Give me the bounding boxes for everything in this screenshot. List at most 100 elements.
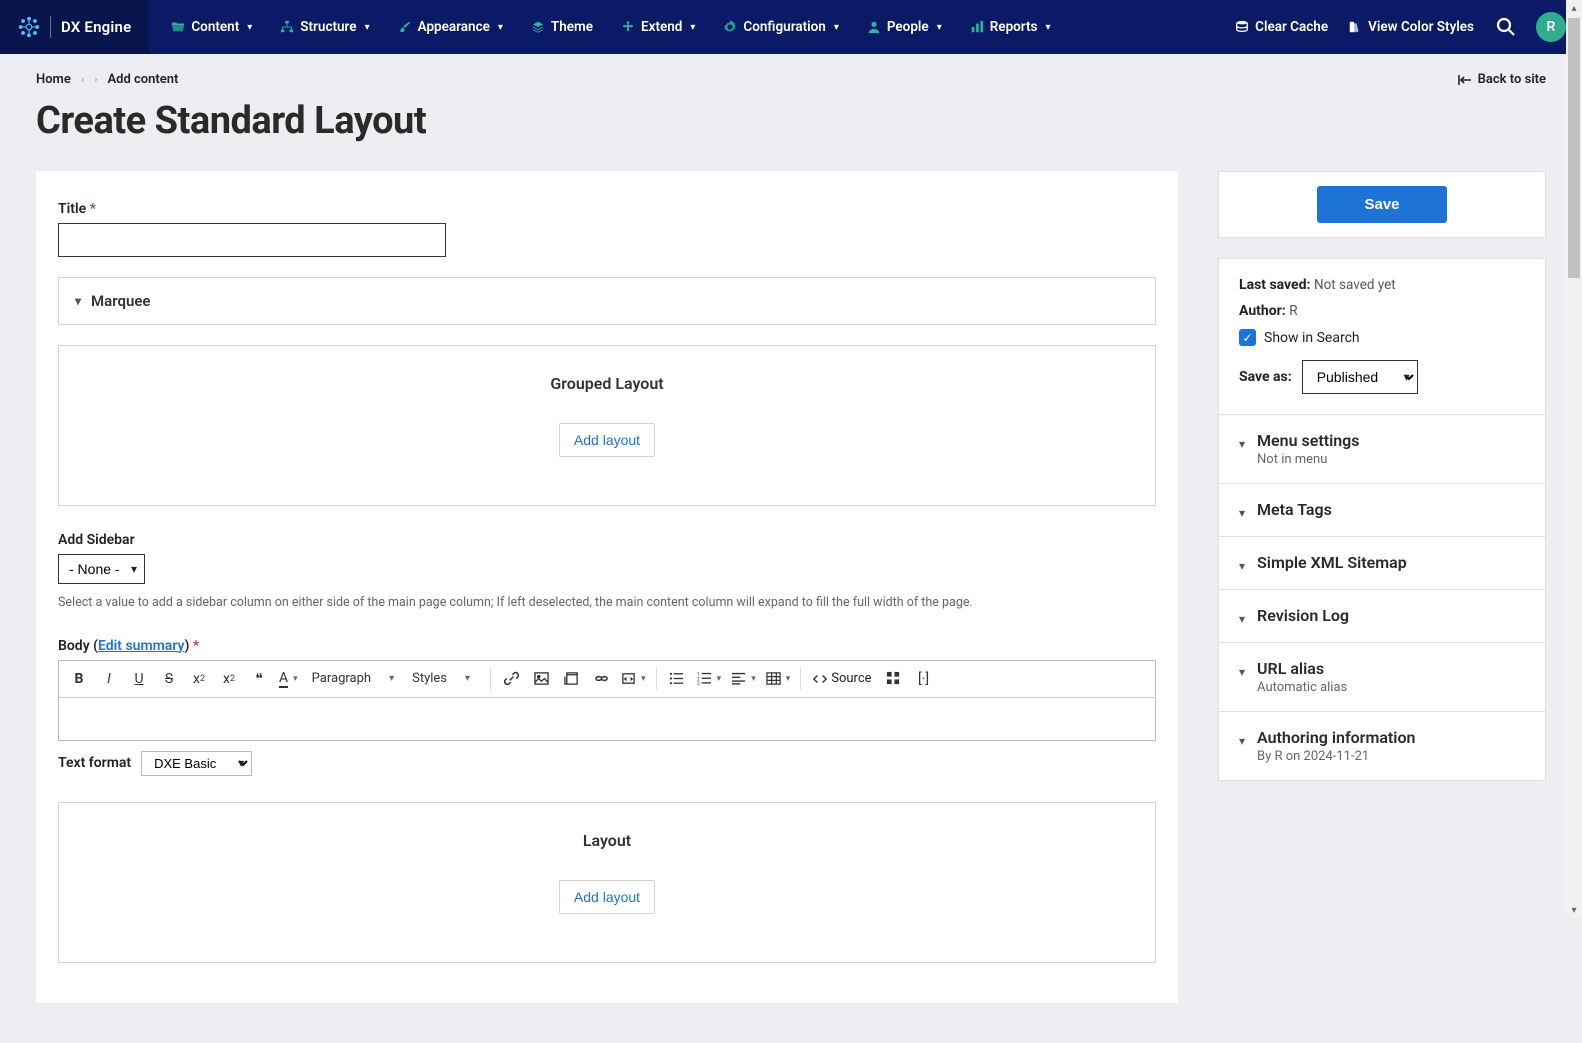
last-saved-value: Not saved yet xyxy=(1314,277,1396,293)
arrows-alt-icon xyxy=(621,20,635,34)
layers-icon xyxy=(531,20,545,34)
text-color-button[interactable]: A xyxy=(275,665,302,693)
nav-item-content[interactable]: Content ▾ xyxy=(157,0,266,54)
link-button[interactable] xyxy=(497,665,525,693)
action-label: View Color Styles xyxy=(1368,19,1474,35)
image-button[interactable] xyxy=(527,665,555,693)
author-label: Author: xyxy=(1239,303,1286,319)
nav-item-extend[interactable]: Extend ▾ xyxy=(607,0,709,54)
nav-item-structure[interactable]: Structure ▾ xyxy=(266,0,383,54)
marquee-toggle[interactable]: ▾ Marquee xyxy=(59,278,1155,324)
nav-item-appearance[interactable]: Appearance ▾ xyxy=(384,0,517,54)
chevron-right-icon: › xyxy=(94,73,97,86)
last-saved-line: Last saved: Not saved yet xyxy=(1239,277,1525,293)
chevron-down-icon: ▾ xyxy=(1239,734,1245,748)
scrollbar-thumb[interactable] xyxy=(1568,18,1580,278)
save-button[interactable]: Save xyxy=(1317,186,1447,223)
breadcrumb: Home › › Add content xyxy=(36,72,178,87)
source-button[interactable]: Source xyxy=(807,665,877,693)
nav-item-configuration[interactable]: Configuration ▾ xyxy=(709,0,852,54)
blockquote-button[interactable]: ❝ xyxy=(245,665,273,693)
breadcrumb-add-content[interactable]: Add content xyxy=(107,72,178,87)
edit-summary-link[interactable]: Edit summary xyxy=(98,638,184,654)
chevron-down-icon: ▾ xyxy=(75,294,81,308)
accordion-meta-tags[interactable]: ▾ Meta Tags xyxy=(1219,484,1545,537)
clear-cache-button[interactable]: Clear Cache xyxy=(1225,19,1338,35)
accordion-authoring-information[interactable]: ▾ Authoring information By R on 2024-11-… xyxy=(1219,712,1545,780)
styles-select[interactable]: Styles xyxy=(404,665,484,693)
underline-button[interactable]: U xyxy=(125,665,153,693)
italic-button[interactable]: I xyxy=(95,665,123,693)
add-sidebar-select[interactable]: - None - xyxy=(58,554,145,584)
media-button[interactable] xyxy=(557,665,585,693)
grouped-layout-heading: Grouped Layout xyxy=(59,374,1155,393)
settings-accordion: ▾ Menu settings Not in menu ▾ Meta Tags xyxy=(1219,414,1545,780)
anchor-button[interactable] xyxy=(587,665,615,693)
chevron-right-icon: › xyxy=(81,73,84,86)
accordion-menu-settings[interactable]: ▾ Menu settings Not in menu xyxy=(1219,415,1545,484)
sidebar: Save Last saved: Not saved yet Author: R… xyxy=(1218,171,1546,781)
vertical-scrollbar[interactable]: ▴ ▾ xyxy=(1566,0,1582,918)
paragraph-format-select[interactable]: Paragraph xyxy=(304,665,402,693)
table-icon xyxy=(766,671,781,686)
chevron-down-icon: ▾ xyxy=(365,22,370,33)
add-layout-button[interactable]: Add layout xyxy=(559,423,655,457)
toolbar-separator xyxy=(656,668,657,690)
subscript-button[interactable]: x2 xyxy=(215,665,243,693)
accordion-url-alias[interactable]: ▾ URL alias Automatic alias xyxy=(1219,643,1545,712)
title-input[interactable] xyxy=(58,223,446,257)
media-library-icon xyxy=(564,671,579,686)
title-field-label: Title * xyxy=(58,201,1156,217)
label-text: Title xyxy=(58,201,86,217)
nav-item-people[interactable]: People ▾ xyxy=(853,0,956,54)
breadcrumb-home[interactable]: Home xyxy=(36,72,71,87)
bold-button[interactable]: B xyxy=(65,665,93,693)
text-format-select[interactable]: DXE Basic xyxy=(141,751,252,776)
nav-label: Reports xyxy=(990,19,1038,35)
superscript-button[interactable]: x2 xyxy=(185,665,213,693)
align-icon xyxy=(731,671,746,686)
editor-content-area[interactable] xyxy=(59,698,1155,740)
grid-icon xyxy=(886,671,901,686)
body-editor: B I U S x2 x2 ❝ A Paragraph Styles xyxy=(58,660,1156,741)
accordion-revision-log[interactable]: ▾ Revision Log xyxy=(1219,590,1545,643)
scroll-up-arrow-icon[interactable]: ▴ xyxy=(1566,0,1582,16)
folder-open-icon xyxy=(171,20,185,34)
panel-title: Marquee xyxy=(91,292,150,310)
action-label: Clear Cache xyxy=(1255,19,1328,35)
required-marker: * xyxy=(90,201,96,217)
dropdown-label: Styles xyxy=(412,671,447,686)
add-layout-button-2[interactable]: Add layout xyxy=(559,880,655,914)
scroll-down-arrow-icon[interactable]: ▾ xyxy=(1566,902,1582,918)
strikethrough-button[interactable]: S xyxy=(155,665,183,693)
add-sidebar-label: Add Sidebar xyxy=(58,532,1156,548)
embed-button[interactable] xyxy=(617,665,650,693)
list-ol-icon: 123 xyxy=(697,671,712,686)
bullet-list-button[interactable] xyxy=(663,665,691,693)
view-color-styles-button[interactable]: View Color Styles xyxy=(1338,19,1484,35)
align-button[interactable] xyxy=(727,665,760,693)
nav-item-reports[interactable]: Reports ▾ xyxy=(956,0,1065,54)
chevron-down-icon: ▾ xyxy=(247,22,252,33)
back-to-site-link[interactable]: Back to site xyxy=(1458,72,1546,87)
last-saved-label: Last saved: xyxy=(1239,277,1310,293)
user-avatar[interactable]: R xyxy=(1536,12,1566,42)
special-chars-button[interactable] xyxy=(880,665,908,693)
layout-panel: Layout Add layout xyxy=(58,802,1156,963)
chain-icon xyxy=(594,671,609,686)
show-in-search-checkbox[interactable]: ✓ xyxy=(1239,329,1256,346)
chevron-down-icon: ▾ xyxy=(690,22,695,33)
nav-item-theme[interactable]: Theme xyxy=(517,0,607,54)
sitemap-icon xyxy=(280,20,294,34)
remove-format-button[interactable]: [·] xyxy=(910,665,938,693)
search-button[interactable] xyxy=(1484,17,1528,37)
grouped-layout-panel: Grouped Layout Add layout xyxy=(58,345,1156,506)
chevron-down-icon: ▾ xyxy=(1239,665,1245,679)
accordion-simple-xml-sitemap[interactable]: ▾ Simple XML Sitemap xyxy=(1219,537,1545,590)
save-as-select[interactable]: Published xyxy=(1302,360,1418,394)
brand-block[interactable]: DX Engine xyxy=(0,0,149,54)
main-form-panel: Title * ▾ Marquee Grouped Layout Add lay… xyxy=(36,171,1178,1003)
author-line: Author: R xyxy=(1239,303,1525,319)
table-button[interactable] xyxy=(762,665,795,693)
number-list-button[interactable]: 123 xyxy=(693,665,726,693)
